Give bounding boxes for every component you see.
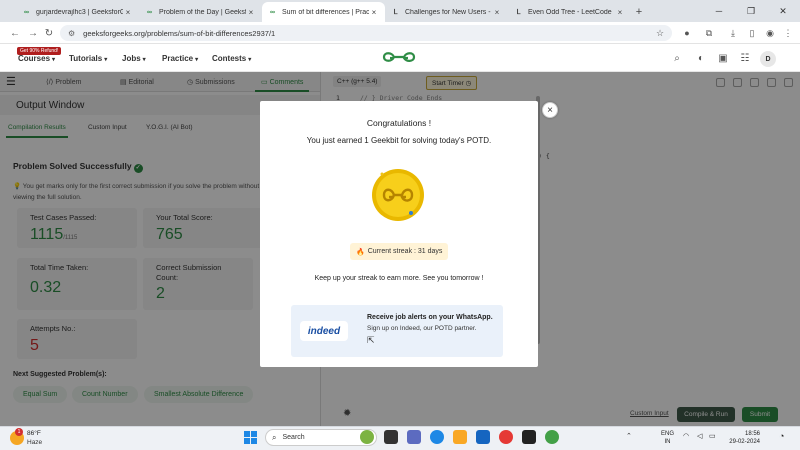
gfg-favicon-icon: ∞ — [24, 8, 29, 16]
notifications-icon[interactable]: ◔ — [779, 431, 784, 441]
task-view-icon[interactable] — [384, 430, 398, 444]
sidepanel-icon[interactable]: ▯ — [746, 27, 758, 39]
streak-text: Current streak : 31 days — [367, 248, 443, 255]
url-text: geeksforgeeks.org/problems/sum-of-bit-di… — [83, 28, 276, 38]
close-icon[interactable]: × — [542, 102, 558, 118]
time-text: 18:56 — [744, 431, 760, 437]
extension-icon[interactable]: ● — [681, 27, 693, 39]
menu-label: Contests — [212, 54, 247, 63]
notification-badge: 1 — [15, 428, 23, 436]
leetcode-favicon-icon: ᒪ — [516, 9, 521, 16]
download-icon[interactable]: ⤓ — [727, 27, 739, 39]
close-tab-icon[interactable]: × — [369, 8, 379, 17]
tab-title: gurjardevrajlhc3 | GeeksforGeeks — [36, 8, 123, 16]
geekbit-coin-icon — [372, 169, 424, 221]
store-icon[interactable] — [476, 430, 490, 444]
teams-icon[interactable] — [407, 430, 421, 444]
gfg-favicon-icon: ∞ — [147, 8, 152, 16]
fire-icon: 🔥 — [356, 248, 365, 256]
tab-title: Sum of bit differences | Practice — [282, 8, 369, 16]
menu-label: Courses — [18, 54, 51, 63]
close-tab-icon[interactable]: × — [615, 8, 625, 17]
region-code: IN — [664, 439, 671, 445]
close-window-icon[interactable]: ✕ — [770, 0, 796, 22]
battery-icon[interactable]: ▭ — [709, 432, 716, 440]
tray-chevron-icon[interactable]: ⌃ — [626, 432, 632, 440]
chevron-down-icon: ▾ — [142, 57, 146, 63]
external-link-icon[interactable]: ⇱ — [367, 335, 375, 346]
streak-badge: 🔥 Current streak : 31 days — [350, 243, 449, 260]
bing-icon[interactable] — [360, 430, 374, 444]
search-icon[interactable]: ⌕ — [670, 51, 684, 65]
wifi-icon[interactable]: ◠ — [683, 432, 689, 440]
leetcode-favicon-icon: ᒪ — [393, 9, 398, 16]
tab-title: Even Odd Tree - LeetCode — [528, 8, 612, 16]
windows-start-icon[interactable] — [244, 431, 257, 444]
menu-courses[interactable]: Courses ▾ — [18, 54, 55, 63]
notification-icon[interactable]: ▣ — [716, 51, 730, 65]
menu-label: Jobs — [122, 54, 141, 63]
browser-tab-3-active[interactable]: ∞ Sum of bit differences | Practice × — [262, 2, 385, 22]
browser-tab-5[interactable]: ᒪ Even Odd Tree - LeetCode × — [508, 2, 631, 22]
lang-code: ENG — [661, 431, 675, 437]
date-text: 29-02-2024 — [729, 439, 760, 445]
chevron-down-icon: ▾ — [104, 57, 108, 63]
puzzle-extensions-icon[interactable]: ⧉ — [703, 27, 715, 39]
clock[interactable]: 18:56 29-02-2024 — [724, 430, 760, 446]
search-placeholder: Search — [282, 434, 305, 441]
speaker-icon[interactable]: ◁ — [697, 432, 702, 440]
edge-icon[interactable] — [430, 430, 444, 444]
close-tab-icon[interactable]: × — [246, 8, 256, 17]
chevron-down-icon: ▾ — [195, 57, 199, 63]
menu-label: Practice — [162, 54, 194, 63]
menu-tutorials[interactable]: Tutorials ▾ — [69, 54, 107, 63]
bookmark-star-icon[interactable]: ☆ — [654, 27, 666, 39]
terminal-icon[interactable] — [522, 430, 536, 444]
temperature: 86°F — [27, 430, 41, 437]
apps-icon[interactable]: ☷ — [738, 51, 752, 65]
menu-jobs[interactable]: Jobs ▾ — [122, 54, 146, 63]
menu-practice[interactable]: Practice ▾ — [162, 54, 198, 63]
whatsapp-icon[interactable] — [545, 430, 559, 444]
chevron-down-icon: ▾ — [52, 57, 56, 63]
chrome-icon[interactable] — [499, 430, 513, 444]
site-info-icon[interactable]: ⚙ — [68, 29, 75, 38]
reload-icon[interactable]: ↻ — [42, 26, 56, 40]
earned-message: You just earned 1 Geekbit for solving to… — [306, 136, 492, 145]
browser-tab-4[interactable]: ᒪ Challenges for New Users - LeetCode × — [385, 2, 508, 22]
menu-contests[interactable]: Contests ▾ — [212, 54, 251, 63]
menu-label: Tutorials — [69, 54, 103, 63]
close-tab-icon[interactable]: × — [123, 8, 133, 17]
maximize-icon[interactable]: ❐ — [738, 0, 764, 22]
back-icon[interactable]: ← — [8, 26, 22, 40]
browser-tab-bar: ∞ gurjardevrajlhc3 | GeeksforGeeks × ∞ P… — [0, 0, 800, 22]
browser-tab-1[interactable]: ∞ gurjardevrajlhc3 | GeeksforGeeks × — [16, 2, 139, 22]
tab-title: Challenges for New Users - LeetCode — [405, 8, 492, 16]
close-tab-icon[interactable]: × — [492, 8, 502, 17]
congrats-title: Congratulations ! — [366, 118, 432, 128]
search-icon: ⌕ — [272, 432, 277, 442]
keep-up-message: Keep up your streak to earn more. See yo… — [314, 275, 484, 282]
avatar[interactable]: D — [760, 51, 776, 67]
url-field[interactable]: ⚙ geeksforgeeks.org/problems/sum-of-bit-… — [60, 25, 672, 41]
tab-title: Problem of the Day | GeeksforGeeks — [159, 8, 246, 16]
minimize-icon[interactable]: ─ — [706, 0, 732, 22]
windows-taskbar — [0, 426, 800, 450]
ad-title: Receive job alerts on your WhatsApp. — [367, 314, 493, 321]
profile-icon[interactable]: ◉ — [764, 27, 776, 39]
weather-condition: Haze — [27, 439, 43, 446]
gfg-logo[interactable] — [382, 49, 416, 65]
dark-mode-icon[interactable]: ◐ — [694, 51, 708, 65]
file-explorer-icon[interactable] — [453, 430, 467, 444]
indeed-logo: indeed — [300, 321, 348, 341]
new-tab-icon[interactable]: + — [631, 2, 647, 22]
browser-menu-icon[interactable]: ⋮ — [782, 27, 794, 39]
browser-tab-2[interactable]: ∞ Problem of the Day | GeeksforGeeks × — [139, 2, 262, 22]
forward-icon[interactable]: → — [26, 26, 40, 40]
gfg-favicon-icon: ∞ — [270, 8, 275, 16]
input-language[interactable]: ENG IN — [661, 430, 674, 446]
chevron-down-icon: ▾ — [248, 57, 252, 63]
ad-subtitle: Sign up on Indeed, our POTD partner. — [367, 325, 477, 332]
